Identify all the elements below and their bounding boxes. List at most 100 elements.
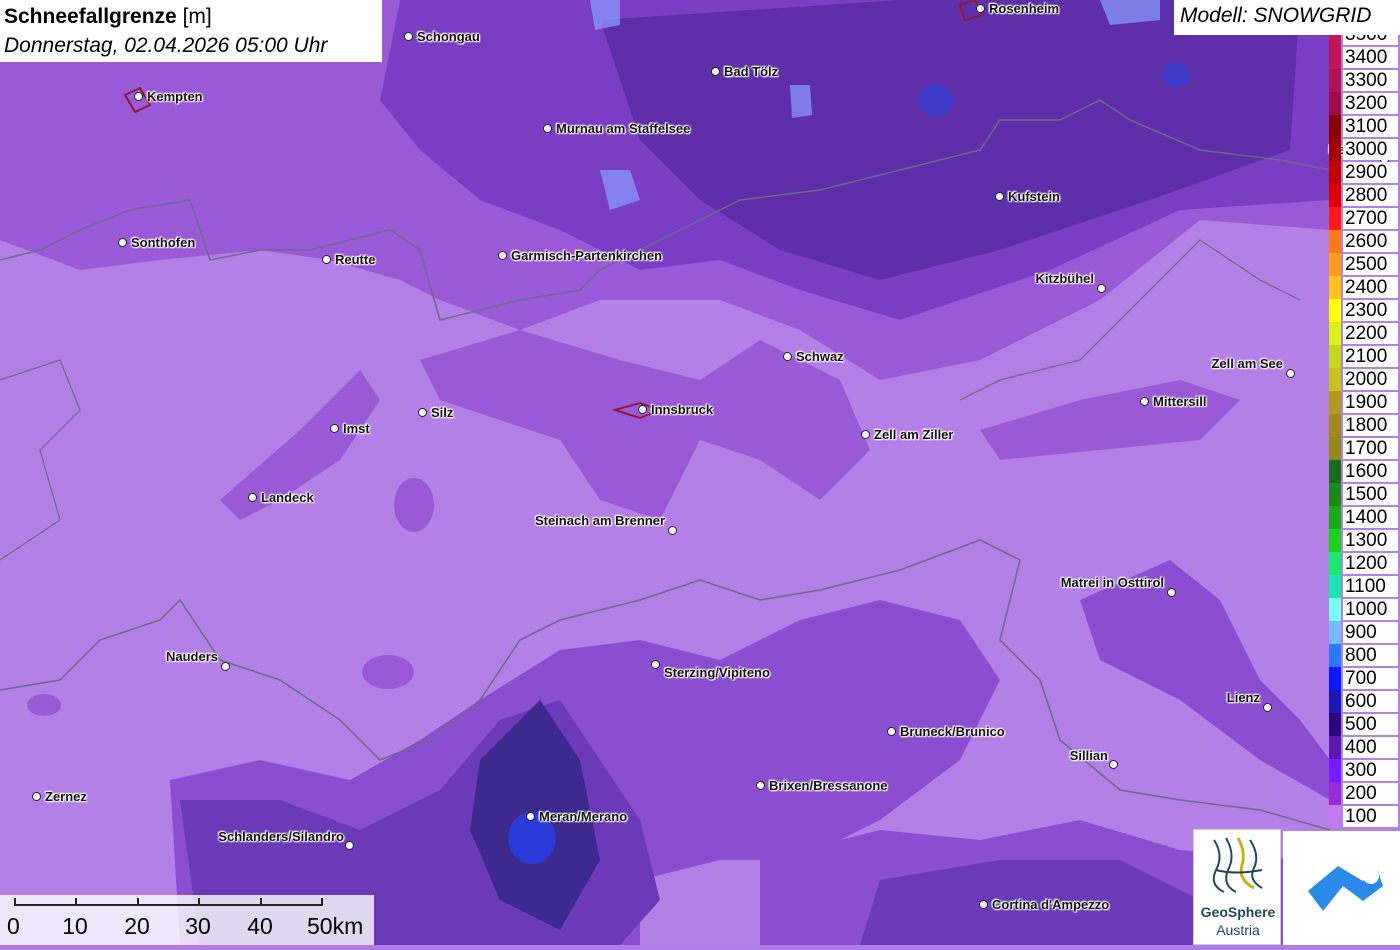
city-marker[interactable] — [330, 424, 339, 433]
scale-tick — [137, 898, 139, 906]
city-marker[interactable] — [1263, 703, 1272, 712]
legend-label: 100 — [1343, 806, 1398, 827]
city-marker[interactable] — [668, 526, 677, 535]
city-marker[interactable] — [345, 841, 354, 850]
city-label: Brixen/Bressanone — [769, 778, 888, 793]
legend-swatch — [1329, 322, 1341, 345]
legend-label: 2900 — [1343, 162, 1398, 183]
scale-tick — [260, 898, 262, 906]
city-label: Innsbruck — [651, 402, 714, 417]
legend-swatch — [1329, 207, 1341, 230]
city-marker[interactable] — [756, 781, 765, 790]
map-zone-nauders-blob — [362, 655, 414, 689]
legend-label: 2200 — [1343, 323, 1398, 344]
city-marker[interactable] — [248, 493, 257, 502]
legend-item: 600 — [1329, 690, 1400, 713]
legend-item: 1800 — [1329, 414, 1400, 437]
legend-swatch — [1329, 598, 1341, 621]
legend-swatch — [1329, 276, 1341, 299]
city-marker[interactable] — [995, 192, 1004, 201]
legend-item: 300 — [1329, 759, 1400, 782]
geosphere-logo[interactable]: GeoSphere Austria — [1193, 829, 1281, 945]
city-marker[interactable] — [118, 238, 127, 247]
city-marker[interactable] — [404, 32, 413, 41]
scale-tick — [321, 898, 323, 906]
legend-label: 2700 — [1343, 208, 1398, 229]
legend-swatch — [1329, 552, 1341, 575]
city-marker[interactable] — [418, 408, 427, 417]
city-marker[interactable] — [976, 4, 985, 13]
legend-item: 2300 — [1329, 299, 1400, 322]
legend-swatch — [1329, 621, 1341, 644]
legend-swatch — [1329, 506, 1341, 529]
legend-label: 1200 — [1343, 553, 1398, 574]
city-marker[interactable] — [861, 430, 870, 439]
weather-app-logo[interactable] — [1283, 831, 1400, 945]
city-marker[interactable] — [1167, 588, 1176, 597]
city-label: Kufstein — [1008, 189, 1060, 204]
city-marker[interactable] — [979, 900, 988, 909]
legend-swatch — [1329, 92, 1341, 115]
city-marker[interactable] — [1286, 369, 1295, 378]
legend-swatch — [1329, 805, 1341, 828]
legend-swatch — [1329, 299, 1341, 322]
city-label: Sterzing/Vipiteno — [664, 665, 770, 680]
legend-swatch — [1329, 690, 1341, 713]
legend-item: 800 — [1329, 644, 1400, 667]
lake-walchensee — [790, 85, 812, 118]
legend-swatch — [1329, 575, 1341, 598]
legend-swatch — [1329, 46, 1341, 69]
legend-label: 800 — [1343, 645, 1398, 666]
legend-swatch — [1329, 391, 1341, 414]
city-marker[interactable] — [1097, 284, 1106, 293]
city-marker[interactable] — [1109, 760, 1118, 769]
city-marker[interactable] — [543, 124, 552, 133]
legend-label: 700 — [1343, 668, 1398, 689]
legend-swatch — [1329, 184, 1341, 207]
geosphere-icon — [1212, 837, 1263, 893]
legend-item: 2100 — [1329, 345, 1400, 368]
legend-swatch — [1329, 414, 1341, 437]
city-marker[interactable] — [134, 92, 143, 101]
legend-label: 1100 — [1343, 576, 1398, 597]
legend-item: 3400 — [1329, 46, 1400, 69]
city-label: Reutte — [335, 252, 376, 267]
city-marker[interactable] — [711, 67, 720, 76]
city-label: Garmisch-Partenkirchen — [511, 248, 663, 263]
legend-item: 3300 — [1329, 69, 1400, 92]
city-marker[interactable] — [651, 660, 660, 669]
city-label: Silz — [431, 405, 454, 420]
legend-label: 1300 — [1343, 530, 1398, 551]
city-label: Sillian — [1069, 748, 1108, 763]
city-marker[interactable] — [498, 251, 507, 260]
city-label: Schlanders/Silandro — [218, 829, 344, 844]
legend-label: 900 — [1343, 622, 1398, 643]
legend-item: 1400 — [1329, 506, 1400, 529]
map-zone-kitz-blob — [1162, 63, 1190, 87]
city-marker[interactable] — [322, 255, 331, 264]
legend-label: 3500 — [1343, 35, 1398, 45]
legend-label: 1700 — [1343, 438, 1398, 459]
city-marker[interactable] — [526, 812, 535, 821]
city-marker[interactable] — [1140, 397, 1149, 406]
legend-label: 400 — [1343, 737, 1398, 758]
legend-item: 2000 — [1329, 368, 1400, 391]
map-zone-tolz-blob — [918, 84, 954, 116]
city-label: Zell am Ziller — [874, 427, 954, 442]
legend-label: 2600 — [1343, 231, 1398, 252]
city-marker[interactable] — [887, 727, 896, 736]
legend-item: 2600 — [1329, 230, 1400, 253]
legend-swatch — [1329, 69, 1341, 92]
city-marker[interactable] — [32, 792, 41, 801]
legend-swatch — [1329, 115, 1341, 138]
scale-bar: 0 10 20 30 40 50km — [0, 895, 374, 945]
city-marker[interactable] — [783, 352, 792, 361]
city-marker[interactable] — [221, 662, 230, 671]
legend-label: 2400 — [1343, 277, 1398, 298]
snowfall-limit-map[interactable] — [0, 0, 1400, 945]
legend-item: 700 — [1329, 667, 1400, 690]
legend-item: 3500 — [1329, 35, 1400, 46]
city-marker[interactable] — [638, 405, 647, 414]
lake-staffelsee — [590, 0, 620, 30]
city-label: Rosenheim — [989, 1, 1060, 16]
